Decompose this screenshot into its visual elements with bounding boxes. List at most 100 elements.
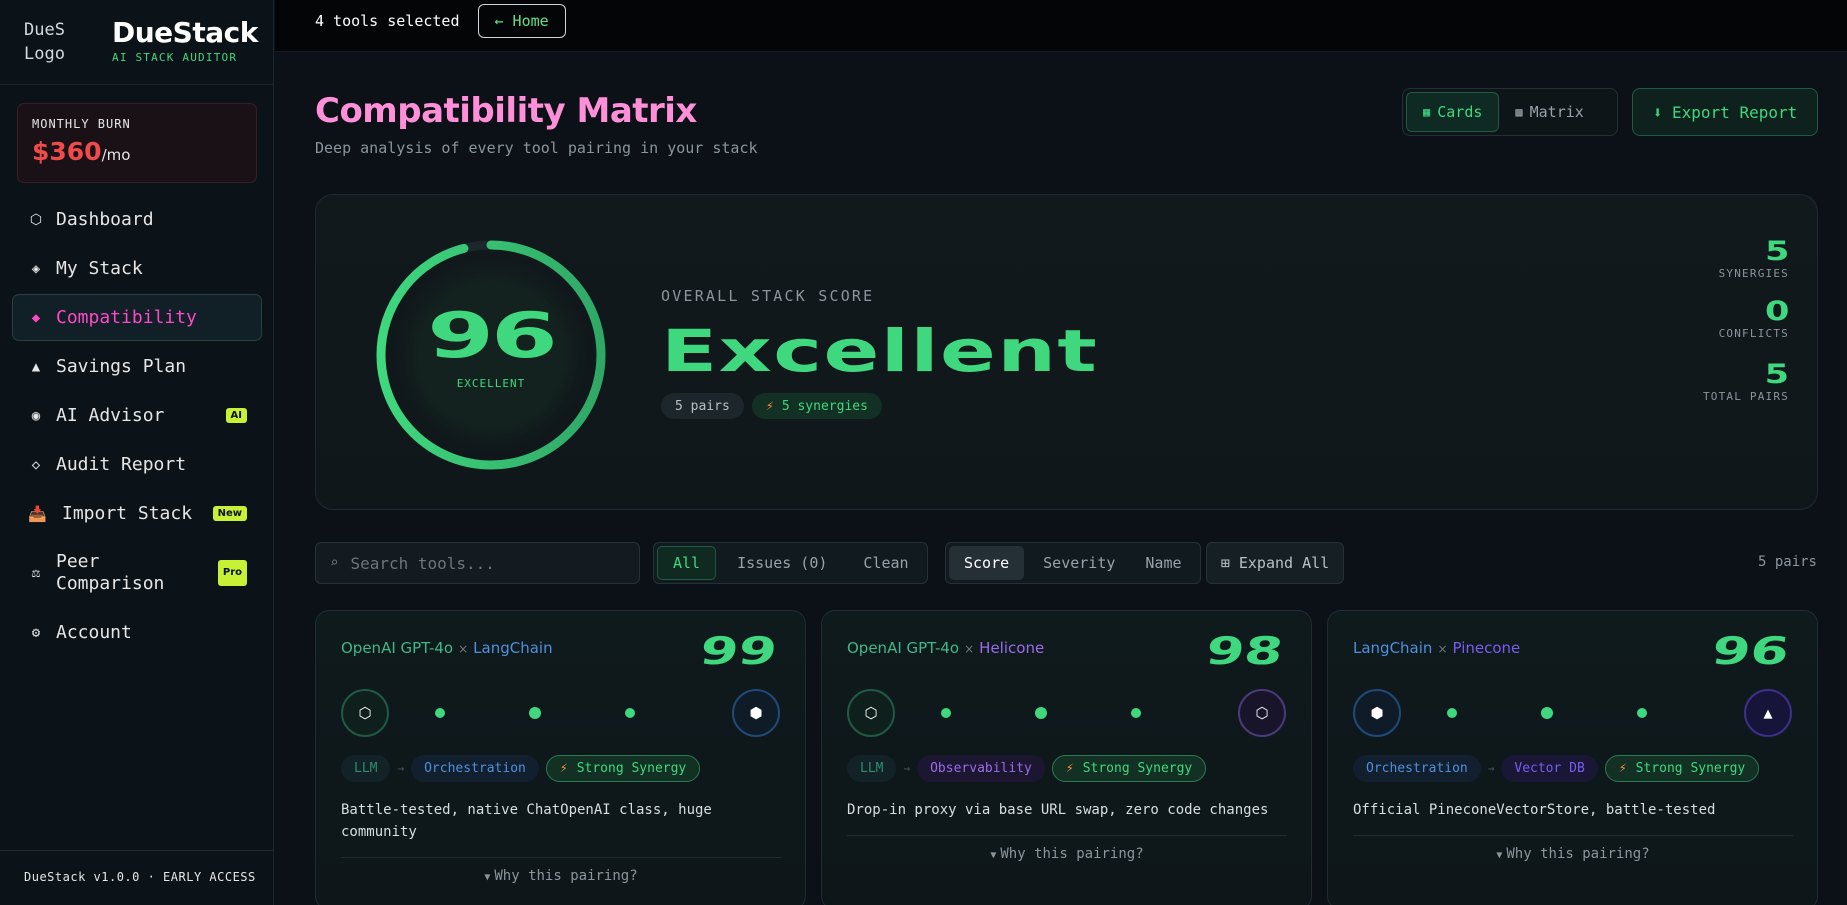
- tool-a-node: ⬢: [1353, 689, 1401, 737]
- stat-conflicts-label: CONFLICTS: [1718, 327, 1789, 340]
- sidebar: DueS Logo DueStack AI STACK AUDITOR MONT…: [0, 0, 274, 905]
- stat-synergies: 5 SYNERGIES: [1718, 237, 1789, 281]
- sidebar-nav: ⬡ Dashboard ◈ My Stack ◆ Compatibility ▲…: [12, 196, 262, 658]
- filter-issues-tab[interactable]: Issues (0): [722, 546, 842, 580]
- tool-b-name: LangChain: [473, 639, 553, 657]
- export-report-button[interactable]: ⬇ Export Report: [1632, 88, 1818, 136]
- pair-score: 98: [1202, 629, 1287, 673]
- matrix-icon: ▩: [1515, 105, 1523, 119]
- sidebar-item-import-stack[interactable]: 📥 Import Stack New: [12, 490, 262, 537]
- filter-clean-tab[interactable]: Clean: [848, 546, 923, 580]
- monthly-burn-amount: $360: [32, 137, 102, 166]
- expand-all-button[interactable]: ⊞ Expand All: [1206, 542, 1344, 584]
- sidebar-item-ai-advisor[interactable]: ◉ AI Advisor AI: [12, 392, 262, 439]
- sidebar-item-peer-comparison[interactable]: ⚖ Peer Comparison Pro: [12, 539, 262, 607]
- caret-down-icon: ▼: [990, 850, 997, 861]
- view-matrix-button[interactable]: ▩ Matrix: [1499, 92, 1599, 132]
- top-bar: 4 tools selected ← Home: [275, 0, 1847, 52]
- pair-card[interactable]: OpenAI GPT-4o × Helicone 98 ⬡ ⬡ LLM → Obse…: [821, 610, 1312, 905]
- tool-a-node: ⬡: [847, 689, 895, 737]
- pair-score: 99: [696, 629, 781, 673]
- hexagon-icon: ⬡: [864, 704, 878, 722]
- why-pairing-toggle[interactable]: ▼ Why this pairing?: [1353, 835, 1793, 862]
- stat-total-pairs-value: 5: [1764, 359, 1789, 390]
- search-box[interactable]: ⌕: [315, 542, 640, 584]
- monthly-burn-unit: /mo: [101, 146, 131, 164]
- category-tag: LLM: [847, 755, 897, 782]
- stat-conflicts-value: 0: [1764, 296, 1789, 327]
- new-badge: New: [212, 506, 247, 521]
- connection-dot: [941, 708, 951, 718]
- sidebar-item-savings-plan[interactable]: ▲ Savings Plan: [12, 343, 262, 390]
- synergy-label: Strong Synergy: [576, 761, 687, 776]
- connection-dot: [1131, 708, 1141, 718]
- home-button[interactable]: ← Home: [477, 3, 566, 38]
- brand[interactable]: DueS Logo DueStack AI STACK AUDITOR: [0, 0, 273, 85]
- tools-selected-count: 4 tools selected: [315, 11, 460, 30]
- view-cards-button[interactable]: ▦ Cards: [1406, 92, 1500, 132]
- ai-badge: AI: [225, 408, 247, 423]
- why-pairing-toggle[interactable]: ▼ Why this pairing?: [847, 835, 1287, 862]
- pair-tags: Orchestration → Vector DB ⚡ Strong Synerg…: [1353, 755, 1760, 782]
- stat-total-pairs-label: TOTAL PAIRS: [1702, 390, 1789, 403]
- tool-a-name: LangChain: [1353, 639, 1433, 657]
- sort-severity-tab[interactable]: Severity: [1028, 546, 1130, 580]
- tool-b-node: ▲: [1744, 689, 1792, 737]
- stat-synergies-value: 5: [1764, 236, 1789, 267]
- search-input[interactable]: [350, 553, 621, 573]
- lightning-icon: ⚡: [1618, 761, 1627, 776]
- pair-card-title: OpenAI GPT-4o × LangChain: [341, 639, 553, 657]
- triangle-icon: ▲: [31, 358, 41, 375]
- caret-down-icon: ▼: [484, 872, 491, 883]
- target-icon: ◉: [31, 407, 41, 424]
- view-toggle: ▦ Cards ▩ Matrix: [1402, 88, 1618, 136]
- inbox-tray-icon: 📥: [28, 504, 47, 523]
- connection-dot: [435, 708, 445, 718]
- overall-score-panel: 96 EXCELLENT OVERALL STACK SCORE Excelle…: [315, 194, 1818, 510]
- sort-name-tab[interactable]: Name: [1130, 546, 1196, 580]
- category-tag: Orchestration: [411, 755, 539, 782]
- hexagon-filled-icon: ⬢: [1370, 704, 1384, 722]
- sidebar-item-dashboard[interactable]: ⬡ Dashboard: [12, 196, 262, 243]
- sidebar-item-compatibility[interactable]: ◆ Compatibility: [12, 294, 262, 341]
- sidebar-item-account[interactable]: ⚙ Account: [12, 609, 262, 656]
- connection-dot: [625, 708, 635, 718]
- pro-badge: Pro: [217, 560, 247, 586]
- stat-conflicts: 0 CONFLICTS: [1718, 297, 1789, 341]
- brand-logo: DueS Logo: [24, 20, 65, 64]
- filter-all-tab[interactable]: All: [657, 546, 717, 580]
- pair-tags: LLM → Observability ⚡ Strong Synergy: [847, 755, 1207, 782]
- category-tag: Observability: [917, 755, 1045, 782]
- pair-separator: ×: [1437, 642, 1448, 656]
- sidebar-item-my-stack[interactable]: ◈ My Stack: [12, 245, 262, 292]
- tool-a-name: OpenAI GPT-4o: [847, 639, 960, 657]
- sidebar-item-label: Compatibility: [56, 307, 197, 328]
- triangle-icon: ▲: [1763, 704, 1773, 722]
- overall-score-rating: Excellent: [661, 317, 1099, 385]
- hexagon-filled-icon: ⬢: [749, 704, 763, 722]
- sidebar-item-label: Savings Plan: [56, 356, 187, 377]
- tool-b-name: Pinecone: [1452, 639, 1521, 657]
- sort-score-tab[interactable]: Score: [949, 546, 1025, 580]
- pair-separator: ×: [964, 642, 975, 656]
- brand-subtitle: AI STACK AUDITOR: [112, 51, 238, 64]
- sidebar-item-label: Account: [56, 622, 132, 643]
- synergies-pill-label: 5 synergies: [781, 398, 868, 414]
- sidebar-item-label: Audit Report: [56, 454, 187, 475]
- pair-card[interactable]: OpenAI GPT-4o × LangChain 99 ⬡ ⬢ LLM → Orc…: [315, 610, 806, 905]
- page-title: Compatibility Matrix: [315, 91, 697, 131]
- connection-dot: [1035, 707, 1047, 719]
- sidebar-item-audit-report[interactable]: ◇ Audit Report: [12, 441, 262, 488]
- monthly-burn-card: MONTHLY BURN $360/mo: [17, 103, 257, 183]
- hexagon-icon: ⬡: [29, 211, 43, 228]
- view-matrix-label: Matrix: [1529, 103, 1584, 121]
- lightning-icon: ⚡: [1065, 761, 1074, 776]
- stat-synergies-label: SYNERGIES: [1718, 267, 1789, 280]
- arrow-icon: →: [397, 762, 405, 775]
- grid-icon: ▦: [1423, 105, 1431, 119]
- connection-dot: [1637, 708, 1647, 718]
- pair-tags: LLM → Orchestration ⚡ Strong Synergy: [341, 755, 701, 782]
- sidebar-item-label: My Stack: [56, 258, 143, 279]
- why-pairing-toggle[interactable]: ▼ Why this pairing?: [341, 857, 781, 884]
- pair-card[interactable]: LangChain × Pinecone 96 ⬢ ▲ Orchestration …: [1327, 610, 1818, 905]
